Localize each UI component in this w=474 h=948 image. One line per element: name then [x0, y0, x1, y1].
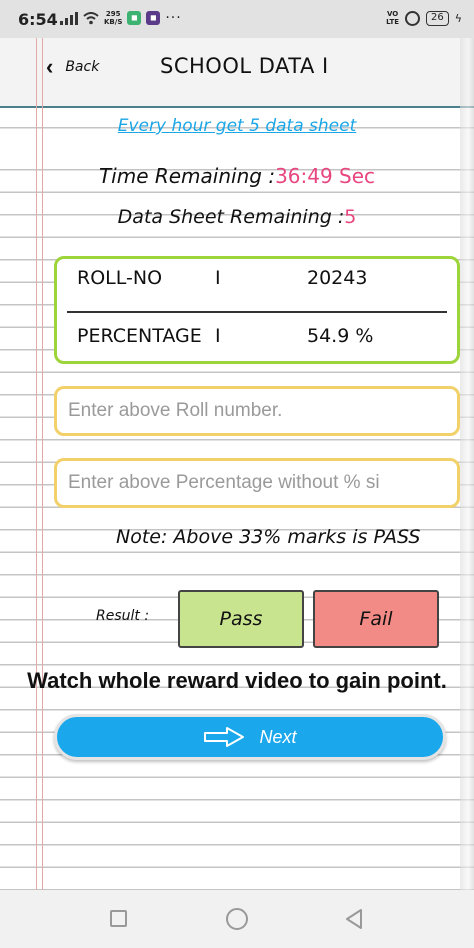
- time-remaining: Time Remaining :36:49 Sec: [0, 164, 474, 188]
- more-notifications-icon: ···: [165, 10, 182, 26]
- every-hour-text: Every hour get 5 data sheet: [117, 116, 357, 136]
- volte-icon: VO LTE: [386, 10, 399, 26]
- chevron-left-icon: ‹: [46, 54, 54, 79]
- roll-label: ROLL-NO: [77, 267, 163, 289]
- charging-icon: ϟ: [454, 11, 462, 25]
- status-left-icons: 295 KB/S ◼ ◼ ···: [60, 10, 182, 26]
- back-label: Back: [65, 59, 100, 75]
- speed-value: 295: [105, 10, 121, 18]
- sheets-remaining-value: 5: [344, 206, 357, 228]
- status-time: 6:54: [18, 10, 58, 29]
- status-bar: 6:54 295 KB/S ◼ ◼ ··· VO LTE 26 ϟ: [0, 0, 474, 38]
- time-remaining-label: Time Remaining :: [98, 164, 276, 188]
- back-nav-icon[interactable]: [344, 908, 364, 930]
- roll-value: 20243: [307, 267, 368, 289]
- back-button[interactable]: ‹ Back: [46, 54, 99, 80]
- speed-unit: KB/S: [104, 18, 123, 26]
- status-right-icons: VO LTE 26 ϟ: [386, 10, 462, 26]
- sheets-remaining-label: Data Sheet Remaining :: [117, 206, 345, 228]
- page-title: SCHOOL DATA I: [160, 54, 329, 78]
- signal-icon: [60, 11, 78, 25]
- next-label: Next: [259, 726, 297, 747]
- recents-icon[interactable]: [110, 910, 127, 927]
- result-label: Result :: [96, 608, 150, 624]
- sheets-remaining: Data Sheet Remaining :5: [0, 206, 474, 228]
- reward-video-text: Watch whole reward video to gain point.: [27, 668, 447, 693]
- percentage-row: PERCENTAGE I 54.9 %: [57, 317, 457, 357]
- network-speed: 295 KB/S: [104, 10, 122, 26]
- percentage-label: PERCENTAGE: [77, 325, 202, 347]
- system-nav-bar: [0, 890, 474, 948]
- home-icon[interactable]: [226, 908, 248, 930]
- fail-button[interactable]: Fail: [313, 590, 439, 648]
- battery-icon: 26: [426, 10, 449, 26]
- card-divider: [67, 311, 447, 313]
- next-button[interactable]: Next: [54, 714, 446, 760]
- volte-top: VO: [386, 10, 399, 18]
- app-notification-icon-2: ◼: [146, 11, 161, 25]
- volte-bottom: LTE: [386, 18, 399, 26]
- notebook-paper: ‹ Back SCHOOL DATA I Every hour get 5 da…: [0, 38, 474, 890]
- roll-row: ROLL-NO I 20243: [57, 259, 457, 299]
- alarm-icon: [405, 10, 420, 26]
- battery-level: 26: [431, 11, 444, 23]
- header-rule: [0, 106, 474, 108]
- percentage-value: 54.9 %: [307, 325, 374, 347]
- pass-button[interactable]: Pass: [178, 590, 304, 648]
- app-notification-icon: ◼: [127, 11, 142, 25]
- percentage-separator: I: [215, 325, 221, 347]
- pass-note: Note: Above 33% marks is PASS: [116, 526, 421, 548]
- record-card: ROLL-NO I 20243 PERCENTAGE I 54.9 %: [54, 256, 460, 364]
- wifi-icon: [83, 11, 99, 24]
- roll-number-input[interactable]: [54, 386, 460, 436]
- percentage-input[interactable]: [54, 458, 460, 508]
- roll-separator: I: [215, 267, 221, 289]
- time-remaining-value: 36:49 Sec: [275, 164, 376, 188]
- arrow-right-icon: [204, 727, 245, 747]
